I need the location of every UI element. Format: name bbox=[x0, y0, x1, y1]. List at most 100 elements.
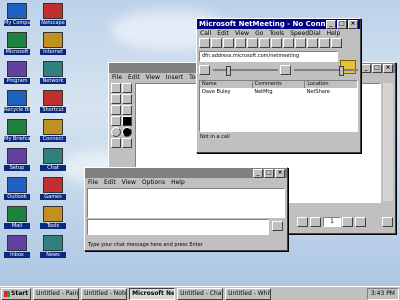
vertical-scrollbar[interactable] bbox=[383, 83, 393, 201]
program-icon bbox=[7, 61, 27, 77]
pen-tool-icon[interactable] bbox=[111, 105, 121, 115]
clock[interactable]: 3:43 PM bbox=[371, 290, 395, 297]
desktop-icon[interactable]: Outlook bbox=[4, 177, 30, 200]
eraser-tool-icon[interactable] bbox=[122, 83, 132, 93]
speaker-slider[interactable] bbox=[293, 66, 358, 76]
select-tool-icon[interactable] bbox=[111, 83, 121, 93]
netmeeting-titlebar[interactable]: Microsoft NetMeeting - No Connections _ … bbox=[197, 19, 360, 29]
highlight-tool-icon[interactable] bbox=[122, 94, 132, 104]
zoom-tool-icon[interactable] bbox=[111, 138, 121, 148]
close-icon[interactable]: × bbox=[383, 63, 393, 73]
menu-item[interactable]: Edit bbox=[104, 179, 116, 186]
taskbar-button[interactable]: Untitled - Chat bbox=[177, 287, 224, 300]
menu-item[interactable]: Insert bbox=[166, 74, 183, 81]
hangup-icon[interactable] bbox=[211, 38, 222, 48]
rect-tool-icon[interactable] bbox=[111, 116, 121, 126]
next-page-icon[interactable] bbox=[342, 217, 353, 227]
desktop-icon[interactable]: Games bbox=[40, 177, 66, 200]
properties-icon[interactable] bbox=[319, 38, 330, 48]
desktop-icon[interactable]: Netscape bbox=[40, 3, 66, 26]
minimize-icon[interactable]: _ bbox=[326, 19, 336, 29]
menu-item[interactable]: Edit bbox=[217, 30, 229, 37]
desktop-icon[interactable]: My Briefcase bbox=[4, 119, 30, 142]
whiteboard-toolbox bbox=[111, 83, 133, 179]
table-row[interactable]: Dave Buley NetMtg NetShare bbox=[200, 88, 357, 96]
history-icon[interactable] bbox=[247, 38, 258, 48]
desktop-icon[interactable]: Microsoft bbox=[4, 32, 30, 55]
ellipse-tool-icon[interactable] bbox=[111, 127, 121, 137]
directory-icon[interactable] bbox=[223, 38, 234, 48]
desktop-icon[interactable]: Inbox bbox=[4, 235, 30, 258]
menu-item[interactable]: View bbox=[122, 179, 136, 186]
menu-item[interactable]: Help bbox=[327, 30, 341, 37]
microphone-icon[interactable] bbox=[199, 65, 210, 75]
insert-page-icon[interactable] bbox=[382, 217, 393, 227]
menu-item[interactable]: Help bbox=[171, 179, 185, 186]
chat-window[interactable]: _ □ × File Edit View Options Help Type your … bbox=[84, 167, 288, 251]
desktop-icon[interactable]: Mail bbox=[4, 206, 30, 229]
mail-icon bbox=[7, 206, 27, 222]
desktop-icon[interactable]: Tools bbox=[40, 206, 66, 229]
minimize-icon[interactable]: _ bbox=[253, 168, 263, 178]
lock-tool-icon[interactable] bbox=[122, 138, 132, 148]
taskbar-button[interactable]: Untitled - WhiteB bbox=[225, 287, 272, 300]
desktop-icon[interactable]: Shortcut bbox=[40, 90, 66, 113]
filled-ellipse-tool-icon[interactable] bbox=[122, 127, 132, 137]
menu-item[interactable]: File bbox=[88, 179, 98, 186]
chat-icon[interactable] bbox=[283, 38, 294, 48]
desktop-icon-label: Shortcut bbox=[40, 107, 66, 113]
desktop-icon[interactable]: Setup bbox=[4, 148, 30, 171]
address-input[interactable]: dfn.address.microsoft.com/netmeeting bbox=[199, 51, 338, 62]
menu-item[interactable]: File bbox=[112, 74, 122, 81]
desktop-icon[interactable]: Program bbox=[4, 61, 30, 84]
last-page-icon[interactable] bbox=[355, 217, 366, 227]
line-tool-icon[interactable] bbox=[122, 105, 132, 115]
menu-item[interactable]: Go bbox=[255, 30, 263, 37]
help-icon[interactable] bbox=[331, 38, 342, 48]
chat-message-input[interactable] bbox=[87, 219, 269, 235]
maximize-icon[interactable]: □ bbox=[337, 19, 347, 29]
whiteboard-icon[interactable] bbox=[295, 38, 306, 48]
speeddial-icon[interactable] bbox=[235, 38, 246, 48]
taskbar-button[interactable]: Untitled - Notepad bbox=[81, 287, 128, 300]
speaker-icon[interactable] bbox=[279, 65, 291, 75]
close-icon[interactable]: × bbox=[348, 19, 358, 29]
chat-titlebar[interactable]: _ □ × bbox=[85, 168, 287, 178]
first-page-icon[interactable] bbox=[297, 217, 308, 227]
taskbar-button[interactable]: Microsoft NetMeeting bbox=[129, 287, 176, 300]
text-tool-icon[interactable] bbox=[111, 94, 121, 104]
desktop-icon[interactable]: Internet bbox=[40, 32, 66, 55]
prev-page-icon[interactable] bbox=[310, 217, 321, 227]
start-button[interactable]: Start bbox=[1, 287, 32, 300]
share-icon[interactable] bbox=[259, 38, 270, 48]
menu-item[interactable]: Call bbox=[200, 30, 211, 37]
desktop-icon[interactable]: Network bbox=[40, 61, 66, 84]
menu-item[interactable]: Tools bbox=[269, 30, 284, 37]
chat-history[interactable] bbox=[87, 188, 285, 218]
taskbar-button[interactable]: Untitled - Paint bbox=[33, 287, 80, 300]
netmeeting-window[interactable]: Microsoft NetMeeting - No Connections _ … bbox=[196, 18, 361, 153]
filled-rect-tool-icon[interactable] bbox=[122, 116, 132, 126]
menu-item[interactable]: SpeedDial bbox=[290, 30, 320, 37]
desktop-icon[interactable]: News bbox=[40, 235, 66, 258]
desktop-icon[interactable]: Recycle Bin bbox=[4, 90, 30, 113]
page-number[interactable]: 1 bbox=[323, 217, 341, 227]
menu-item[interactable]: View bbox=[235, 30, 249, 37]
collaborate-icon[interactable] bbox=[271, 38, 282, 48]
close-icon[interactable]: × bbox=[275, 168, 285, 178]
app-icon bbox=[7, 32, 27, 48]
menu-item[interactable]: Options bbox=[142, 179, 165, 186]
menu-item[interactable]: View bbox=[146, 74, 160, 81]
desktop-icon[interactable]: My Computer bbox=[4, 3, 30, 26]
maximize-icon[interactable]: □ bbox=[372, 63, 382, 73]
members-list[interactable]: Name Comments Location Dave Buley NetMtg… bbox=[199, 80, 358, 132]
minimize-icon[interactable]: _ bbox=[361, 63, 371, 73]
transfer-icon[interactable] bbox=[307, 38, 318, 48]
microphone-slider[interactable] bbox=[213, 66, 278, 76]
menu-item[interactable]: Edit bbox=[128, 74, 140, 81]
call-icon[interactable] bbox=[199, 38, 210, 48]
send-icon[interactable] bbox=[272, 221, 283, 231]
desktop-icon[interactable]: Connect bbox=[40, 119, 66, 142]
maximize-icon[interactable]: □ bbox=[264, 168, 274, 178]
desktop-icon[interactable]: Chat bbox=[40, 148, 66, 171]
